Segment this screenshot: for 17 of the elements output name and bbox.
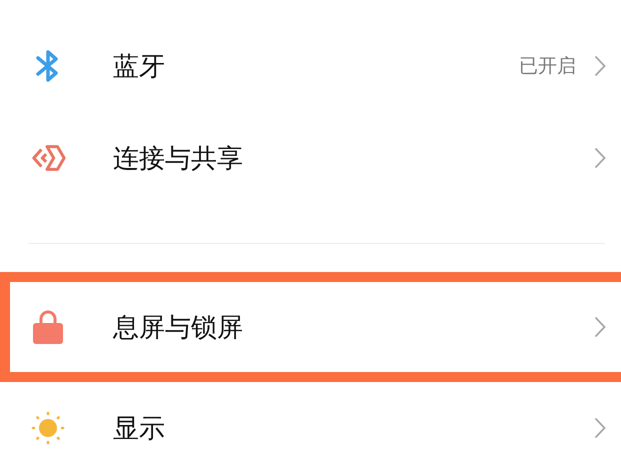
chevron-icon (594, 316, 606, 338)
sun-icon (30, 410, 66, 446)
chevron-icon (594, 417, 606, 439)
settings-row[interactable]: 连接与共享 (0, 112, 621, 204)
highlighted-settings-row[interactable]: 息屏与锁屏 (0, 272, 621, 382)
bluetooth-icon (35, 48, 61, 84)
share-icon (30, 143, 66, 173)
settings-row[interactable]: 显示 (0, 382, 621, 452)
setting-label: 连接与共享 (113, 142, 244, 176)
setting-status: 已开启 (519, 54, 576, 79)
setting-label: 蓝牙 (113, 50, 166, 84)
setting-label: 息屏与锁屏 (113, 312, 244, 344)
chevron-icon (594, 55, 606, 77)
chevron-icon (594, 147, 606, 169)
lock-icon (32, 310, 64, 344)
settings-row[interactable]: 蓝牙 已开启 (0, 20, 621, 112)
setting-label: 显示 (113, 412, 166, 446)
